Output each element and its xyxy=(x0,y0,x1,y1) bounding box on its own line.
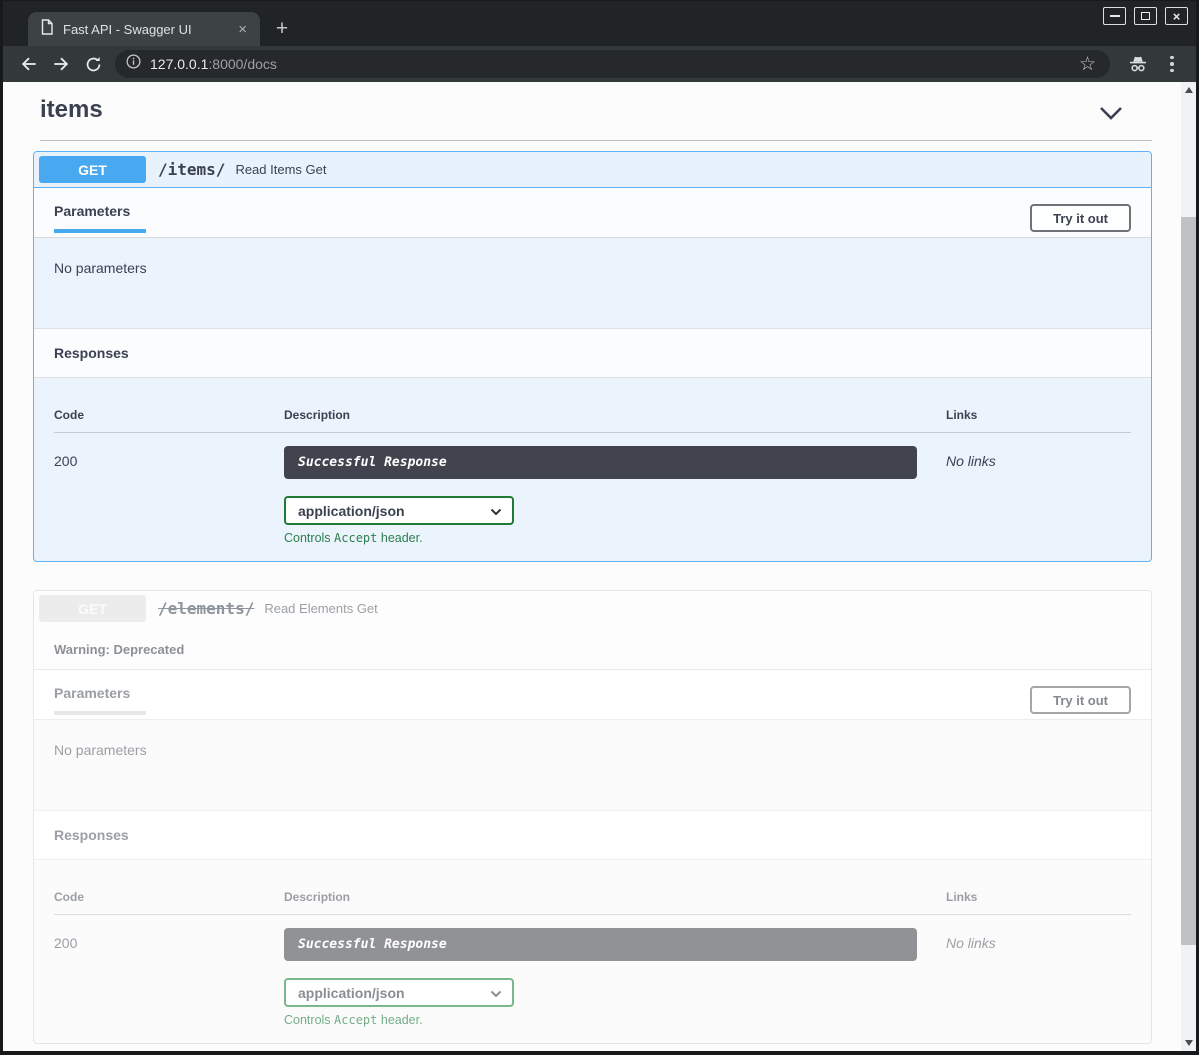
response-code: 200 xyxy=(54,928,284,1027)
response-code: 200 xyxy=(54,446,284,545)
parameters-tab[interactable]: Parameters xyxy=(54,188,146,233)
back-button[interactable] xyxy=(15,50,43,78)
op-summary[interactable]: GET /items/ Read Items Get xyxy=(34,152,1151,188)
menu-icon[interactable] xyxy=(1158,50,1186,78)
no-parameters-text: No parameters xyxy=(54,260,147,276)
section-divider xyxy=(40,140,1152,141)
page-content: items GET /items/ Read Items Get Paramet… xyxy=(3,82,1196,1051)
response-description-box: Successful Response xyxy=(284,928,917,961)
scroll-up-icon[interactable] xyxy=(1185,87,1193,93)
minimize-button[interactable] xyxy=(1103,7,1126,25)
try-it-out-button[interactable]: Try it out xyxy=(1030,204,1131,232)
response-description-text: Successful Response xyxy=(298,455,447,470)
response-description-box: Successful Response xyxy=(284,446,917,479)
close-icon: × xyxy=(1173,10,1181,23)
browser-window: Fast API - Swagger UI × + × 127.0.0.1:80… xyxy=(0,0,1199,1055)
tab-close-icon[interactable]: × xyxy=(235,22,250,37)
response-links: No links xyxy=(946,928,1131,1027)
select-chevron-icon xyxy=(490,990,502,998)
tab-title: Fast API - Swagger UI xyxy=(63,22,235,37)
media-type-value: application/json xyxy=(298,985,405,1001)
accept-header-note: Controls Accept header. xyxy=(284,1013,946,1027)
parameters-header: Parameters Try it out xyxy=(34,188,1151,238)
column-header-links: Links xyxy=(946,890,1131,904)
responses-header: Responses xyxy=(34,328,1151,378)
browser-tab[interactable]: Fast API - Swagger UI × xyxy=(28,12,260,46)
media-type-select[interactable]: application/json xyxy=(284,496,514,525)
accept-header-note: Controls Accept header. xyxy=(284,531,946,545)
section-title: items xyxy=(40,96,103,123)
method-badge: GET xyxy=(39,156,146,183)
parameters-header: Parameters Try it out xyxy=(34,670,1151,720)
deprecated-warning: Warning: Deprecated xyxy=(34,626,1151,670)
section-header[interactable]: items xyxy=(40,96,1152,132)
reload-button[interactable] xyxy=(79,50,107,78)
opblock-get-elements-deprecated: GET /elements/ Read Elements Get Warning… xyxy=(33,590,1152,1044)
browser-toolbar: 127.0.0.1:8000/docs ☆ xyxy=(3,46,1196,82)
forward-button[interactable] xyxy=(47,50,75,78)
responses-title: Responses xyxy=(54,827,129,843)
scroll-thumb[interactable] xyxy=(1181,217,1196,945)
incognito-icon xyxy=(1124,50,1152,78)
parameters-body: No parameters xyxy=(34,238,1151,328)
op-summary[interactable]: GET /elements/ Read Elements Get xyxy=(34,591,1151,626)
minimize-icon xyxy=(1110,15,1120,17)
media-type-select[interactable]: application/json xyxy=(284,978,514,1007)
responses-table: Code Description Links 200 Successful Re… xyxy=(34,860,1151,1043)
response-links: No links xyxy=(946,446,1131,545)
op-path: /items/ xyxy=(158,160,225,179)
op-path: /elements/ xyxy=(158,599,254,618)
column-header-description: Description xyxy=(284,890,946,904)
column-header-description: Description xyxy=(284,408,946,422)
bookmark-star-icon[interactable]: ☆ xyxy=(1075,53,1100,76)
scroll-down-icon[interactable] xyxy=(1185,1040,1193,1046)
parameters-body: No parameters xyxy=(34,720,1151,810)
op-description: Read Elements Get xyxy=(264,601,377,616)
url-text[interactable]: 127.0.0.1:8000/docs xyxy=(150,56,1075,72)
column-header-code: Code xyxy=(54,890,284,904)
response-description-text: Successful Response xyxy=(298,937,447,952)
titlebar: Fast API - Swagger UI × + × xyxy=(3,1,1196,46)
column-header-links: Links xyxy=(946,408,1131,422)
column-header-code: Code xyxy=(54,408,284,422)
url-path: :8000/docs xyxy=(208,56,277,72)
responses-title: Responses xyxy=(54,345,129,361)
opblock-get-items: GET /items/ Read Items Get Parameters Tr… xyxy=(33,151,1152,562)
response-row: 200 Successful Response application/json… xyxy=(54,433,1131,545)
op-description: Read Items Get xyxy=(235,162,326,177)
response-row: 200 Successful Response application/json… xyxy=(54,915,1131,1027)
url-host: 127.0.0.1 xyxy=(150,56,208,72)
collapse-chevron-icon[interactable] xyxy=(1098,104,1124,127)
info-icon[interactable] xyxy=(125,53,142,75)
media-type-value: application/json xyxy=(298,503,405,519)
method-badge: GET xyxy=(39,595,146,622)
scrollbar[interactable] xyxy=(1181,82,1196,1051)
close-button[interactable]: × xyxy=(1165,7,1188,25)
no-parameters-text: No parameters xyxy=(54,742,147,758)
new-tab-button[interactable]: + xyxy=(268,15,296,43)
parameters-tab[interactable]: Parameters xyxy=(54,670,146,715)
maximize-button[interactable] xyxy=(1134,7,1157,25)
url-bar[interactable]: 127.0.0.1:8000/docs ☆ xyxy=(115,50,1110,78)
responses-table: Code Description Links 200 Successful Re… xyxy=(34,378,1151,561)
maximize-icon xyxy=(1141,12,1150,20)
page-document-icon xyxy=(40,19,54,40)
responses-header: Responses xyxy=(34,810,1151,860)
select-chevron-icon xyxy=(490,508,502,516)
try-it-out-button[interactable]: Try it out xyxy=(1030,686,1131,714)
